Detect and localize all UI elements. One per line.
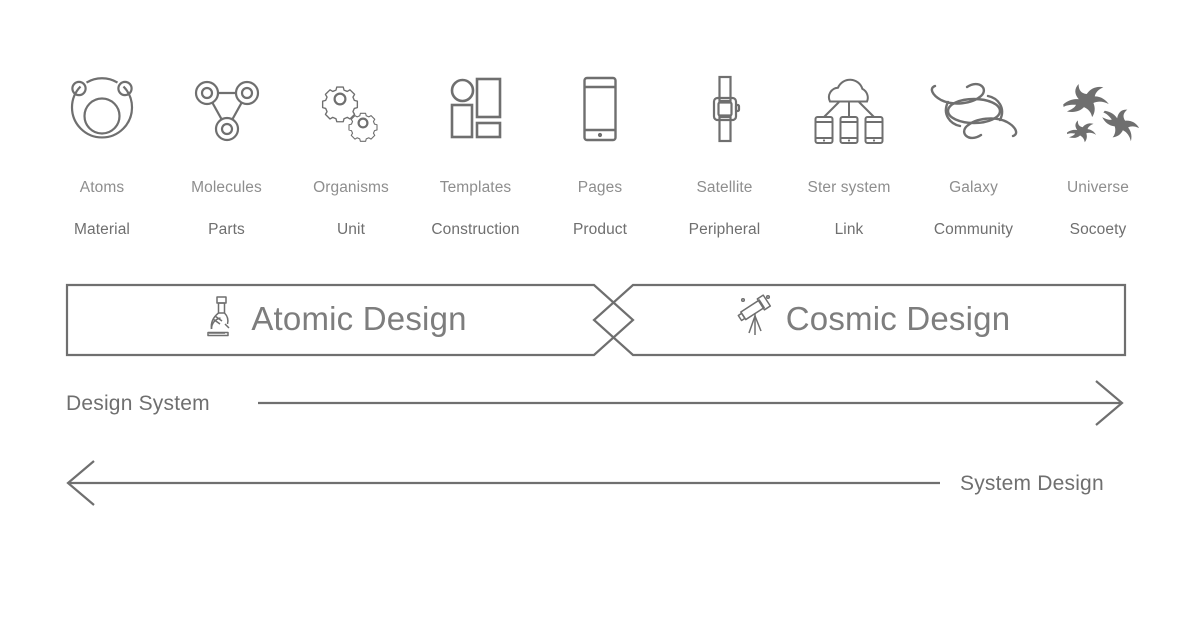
system-design-axis: System Design [0, 455, 1200, 515]
concept-column-universe: Universe Socoety [1036, 70, 1160, 237]
concept-bottom-label: Unit [337, 220, 365, 238]
concept-column-templates: Templates Construction [414, 70, 538, 237]
concept-bottom-label: Parts [208, 220, 245, 238]
cosmic-design-banner-shape [592, 283, 1127, 357]
universe-icon [1046, 70, 1150, 156]
concept-top-label: Satellite [696, 179, 753, 196]
concept-column-pages: Pages Product [538, 70, 662, 237]
arrow-right-icon [258, 380, 1124, 426]
concept-column-molecules: Molecules Parts [165, 70, 289, 237]
atom-icon [50, 70, 154, 156]
concept-bottom-label: Peripheral [688, 220, 761, 238]
galaxy-icon [922, 70, 1026, 156]
concept-columns: Atoms Material Molecules Parts Organisms… [40, 70, 1160, 255]
diagram-canvas: Atoms Material Molecules Parts Organisms… [0, 0, 1200, 628]
concept-bottom-label: Material [74, 220, 130, 238]
design-system-axis: Design System [0, 375, 1200, 435]
banner-band: Atomic Design Cosmic Design [0, 280, 1200, 360]
concept-column-organisms: Organisms Unit [289, 70, 413, 237]
smartwatch-icon [673, 70, 777, 156]
atomic-design-banner-shape [65, 283, 635, 357]
concept-bottom-label: Product [572, 220, 628, 238]
smartphone-icon [548, 70, 652, 156]
concept-column-ster-system: Ster system Link [787, 70, 911, 237]
cloud-devices-icon [797, 70, 901, 156]
concept-bottom-label: Community [933, 220, 1014, 238]
concept-top-label: Molecules [191, 179, 262, 196]
gears-icon [299, 70, 403, 156]
concept-bottom-label: Link [834, 220, 864, 238]
concept-bottom-label: Socoety [1069, 220, 1127, 238]
concept-top-label: Templates [439, 179, 512, 196]
concept-column-satellite: Satellite Peripheral [663, 70, 787, 237]
concept-column-galaxy: Galaxy Community [912, 70, 1036, 237]
concept-top-label: Universe [1067, 179, 1129, 196]
concept-top-label: Atoms [79, 179, 125, 196]
concept-top-label: Ster system [807, 179, 891, 196]
concept-top-label: Galaxy [949, 179, 998, 196]
arrow-left-icon [66, 460, 940, 506]
concept-top-label: Organisms [313, 179, 389, 196]
wireframe-icon [424, 70, 528, 156]
concept-top-label: Pages [577, 179, 623, 196]
concept-column-atoms: Atoms Material [40, 70, 164, 237]
molecule-icon [175, 70, 279, 156]
concept-bottom-label: Construction [431, 220, 520, 238]
